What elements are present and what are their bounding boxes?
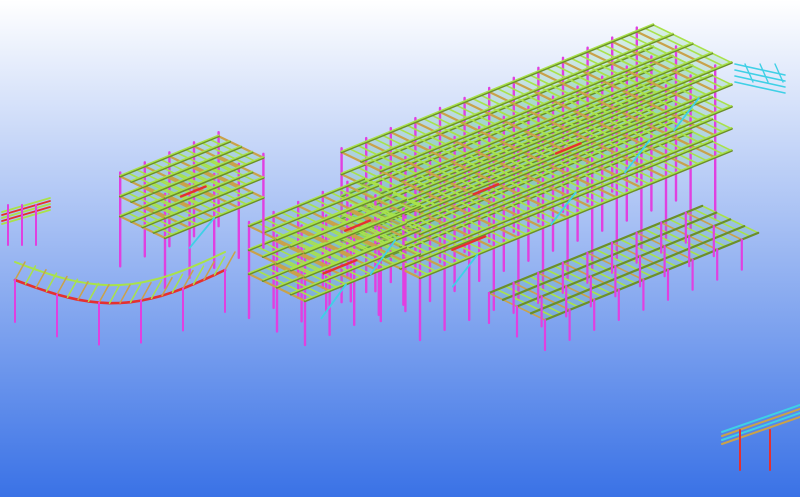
3d-model-viewport[interactable] <box>0 0 800 497</box>
structural-steel-model[interactable] <box>0 0 800 497</box>
